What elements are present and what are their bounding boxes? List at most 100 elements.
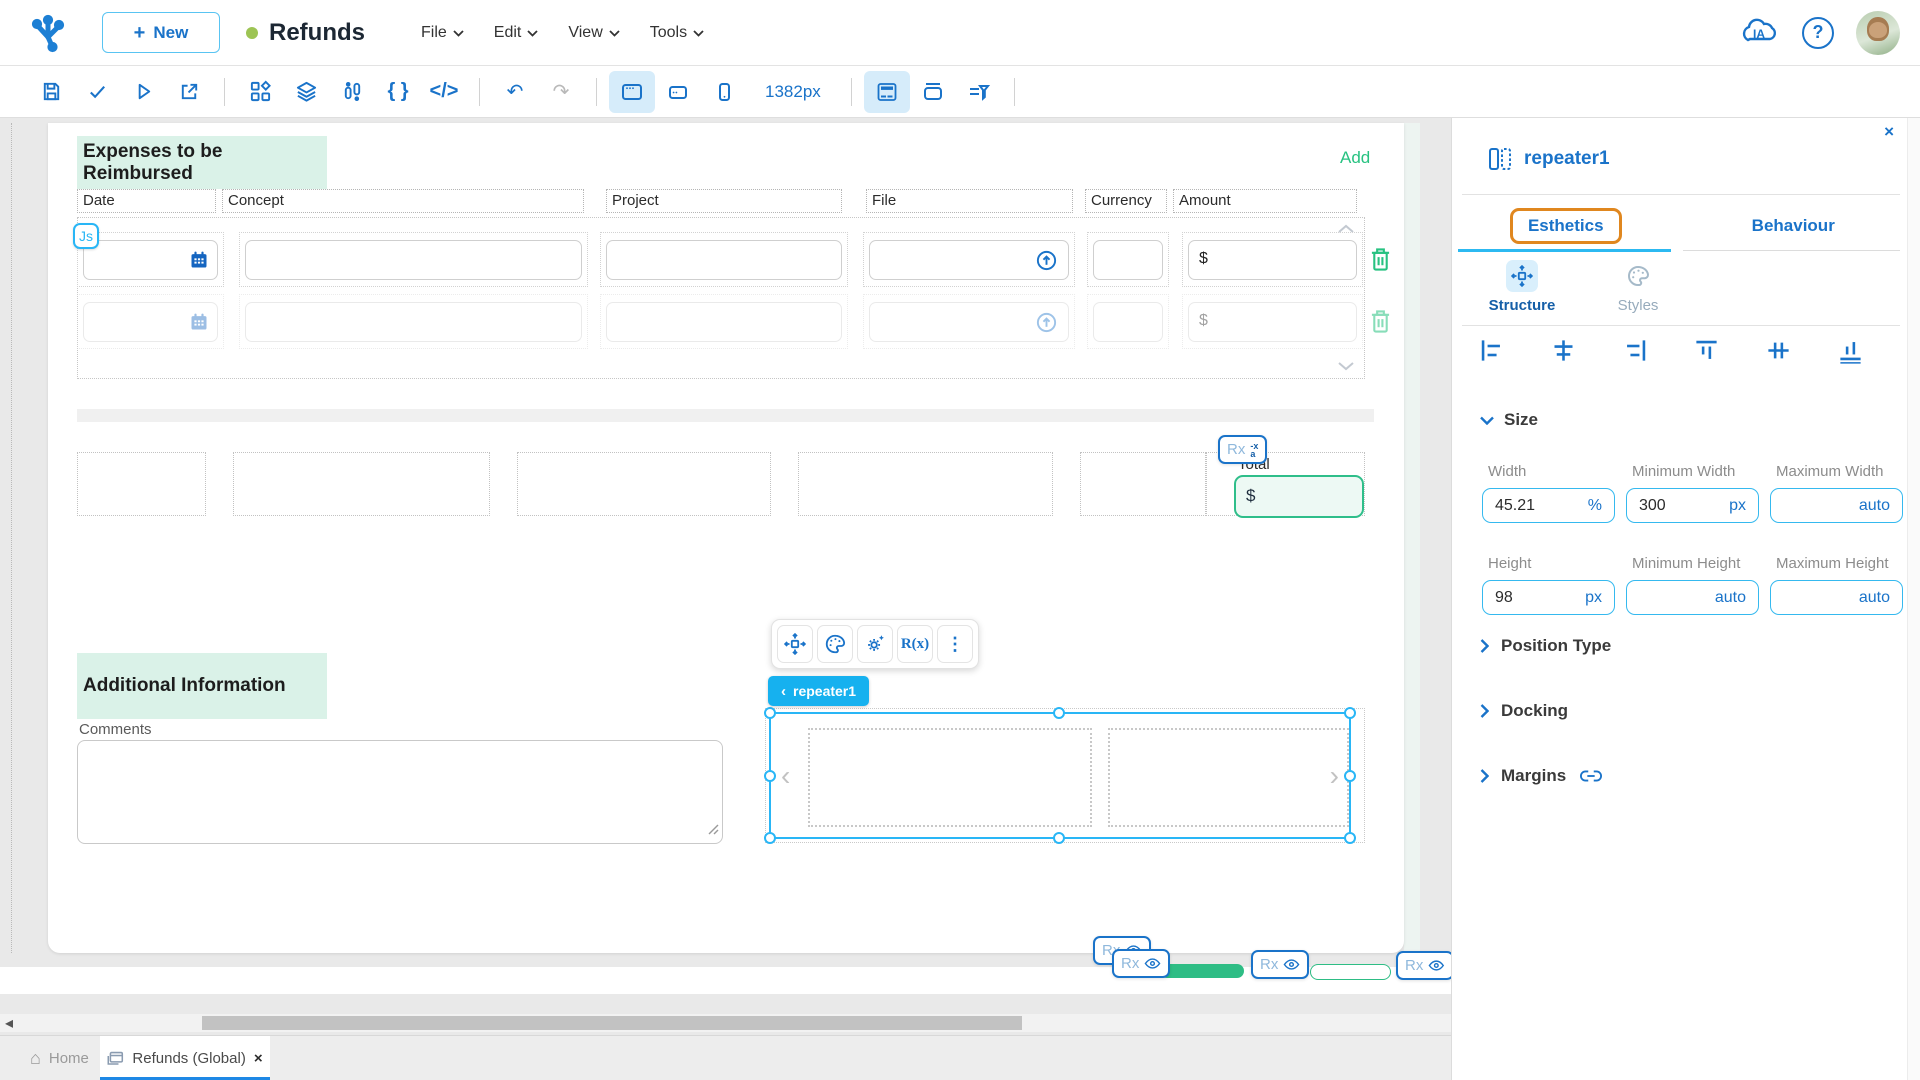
width-unit[interactable]: %: [1588, 497, 1602, 515]
run-button[interactable]: [120, 71, 166, 113]
project-input-row2[interactable]: [606, 302, 842, 342]
concept-input-row1[interactable]: [245, 240, 582, 280]
rx-visibility-badge[interactable]: Rx: [1251, 950, 1310, 979]
delete-row-button[interactable]: [1370, 247, 1391, 277]
file-input-row1[interactable]: [869, 240, 1069, 280]
save-button[interactable]: [28, 71, 74, 113]
comments-textarea[interactable]: [77, 740, 723, 844]
view-styles[interactable]: Styles: [1588, 260, 1688, 314]
undo-button[interactable]: ↶: [492, 71, 538, 113]
redo-button[interactable]: ↷: [538, 71, 584, 113]
link-icon[interactable]: [1580, 769, 1603, 783]
resize-handle-w[interactable]: [764, 770, 776, 782]
date-input-row1[interactable]: [83, 240, 218, 280]
rx-rename-badge[interactable]: Rx -x a: [1218, 435, 1268, 464]
align-top-icon[interactable]: [1693, 337, 1720, 364]
ia-assistant-icon[interactable]: IA: [1738, 15, 1780, 51]
scrollbar-thumb[interactable]: [202, 1016, 1022, 1030]
rx-visibility-badge[interactable]: Rx: [1112, 949, 1171, 978]
project-input-row1[interactable]: [606, 240, 842, 280]
more-options-button[interactable]: ⋮: [937, 625, 973, 663]
menu-view[interactable]: View: [568, 24, 620, 42]
form-canvas[interactable]: Expenses to be Reimbursed Add Date Conce…: [48, 123, 1404, 953]
tab-refunds-global[interactable]: Refunds (Global) ×: [100, 1036, 270, 1080]
docking-section[interactable]: Docking: [1480, 701, 1568, 721]
resize-handle[interactable]: [708, 822, 719, 840]
concept-input-row2[interactable]: [245, 302, 582, 342]
help-icon[interactable]: ?: [1802, 16, 1834, 49]
js-event-badge[interactable]: Js: [73, 223, 99, 249]
export-button[interactable]: [166, 71, 212, 113]
scroll-right-caret[interactable]: ›: [1330, 760, 1339, 792]
variables-button[interactable]: { }: [375, 71, 421, 113]
new-button[interactable]: + New: [102, 12, 220, 53]
date-input-row2[interactable]: [83, 302, 218, 342]
align-center-vertical-icon[interactable]: [1765, 337, 1792, 364]
add-row-link[interactable]: Add: [1340, 148, 1370, 168]
view-structure[interactable]: Structure: [1472, 260, 1572, 314]
filter-layout-button[interactable]: [956, 71, 1002, 113]
height-input[interactable]: 98 px: [1482, 580, 1615, 615]
expand-rows-icon[interactable]: [1338, 358, 1354, 376]
resize-handle-e[interactable]: [1344, 770, 1356, 782]
size-section-header[interactable]: Size: [1480, 410, 1538, 430]
tab-home[interactable]: ⌂ Home: [16, 1036, 103, 1080]
file-input-row2[interactable]: [869, 302, 1069, 342]
min-height-input[interactable]: auto: [1626, 580, 1759, 615]
tab-behaviour[interactable]: Behaviour: [1680, 202, 1908, 250]
repeater-item-placeholder[interactable]: [1108, 728, 1349, 827]
min-width-unit[interactable]: px: [1729, 497, 1746, 515]
amount-input-row1[interactable]: $: [1188, 240, 1357, 280]
panel-scrollbar[interactable]: [1907, 118, 1920, 1080]
max-height-input[interactable]: auto: [1770, 580, 1903, 615]
max-width-input[interactable]: auto: [1770, 488, 1903, 523]
max-width-unit[interactable]: auto: [1859, 497, 1890, 515]
position-type-section[interactable]: Position Type: [1480, 636, 1611, 656]
phone-viewport-button[interactable]: [701, 71, 747, 113]
user-avatar[interactable]: [1856, 10, 1900, 55]
styles-tool-button[interactable]: [817, 625, 853, 663]
panel-close-icon[interactable]: ×: [1884, 122, 1894, 142]
formula-tool-button[interactable]: R(x): [897, 625, 933, 663]
components-button[interactable]: [237, 71, 283, 113]
calendar-icon[interactable]: [189, 250, 209, 275]
repeater-selection[interactable]: ‹ ›: [764, 707, 1356, 844]
margins-section[interactable]: Margins: [1480, 766, 1603, 786]
layout-header-footer-button[interactable]: [863, 70, 910, 113]
resize-handle-se[interactable]: [1344, 832, 1356, 844]
tab-esthetics[interactable]: Esthetics: [1452, 202, 1680, 250]
resize-handle-n[interactable]: [1053, 707, 1065, 719]
app-logo[interactable]: [24, 11, 72, 55]
repeater-breadcrumb-chip[interactable]: ‹ repeater1: [768, 676, 870, 706]
currency-input-row1[interactable]: [1093, 240, 1163, 280]
tab-close-icon[interactable]: ×: [254, 1050, 263, 1067]
resize-handle-nw[interactable]: [764, 707, 776, 719]
scrollbar-left-arrow[interactable]: ◂: [0, 1014, 18, 1032]
container-button[interactable]: [910, 71, 956, 113]
align-right-icon[interactable]: [1622, 337, 1649, 364]
align-bottom-icon[interactable]: [1837, 337, 1864, 364]
height-unit[interactable]: px: [1585, 589, 1602, 607]
resize-handle-ne[interactable]: [1344, 707, 1356, 719]
menu-file[interactable]: File: [421, 24, 464, 42]
align-center-horizontal-icon[interactable]: [1550, 337, 1577, 364]
delete-row-button[interactable]: [1370, 309, 1391, 339]
structure-tool-button[interactable]: [777, 625, 813, 663]
max-height-unit[interactable]: auto: [1859, 589, 1890, 607]
resize-handle-s[interactable]: [1053, 832, 1065, 844]
resize-handle-sw[interactable]: [764, 832, 776, 844]
settings-tool-button[interactable]: [857, 625, 893, 663]
total-input[interactable]: $: [1234, 475, 1364, 518]
amount-input-row2[interactable]: $: [1188, 302, 1357, 342]
layers-button[interactable]: [283, 71, 329, 113]
align-left-icon[interactable]: [1478, 337, 1505, 364]
source-code-button[interactable]: </>: [421, 71, 467, 113]
min-width-input[interactable]: 300 px: [1626, 488, 1759, 523]
desktop-viewport-button[interactable]: [609, 70, 655, 113]
upload-icon[interactable]: [1035, 249, 1058, 277]
repeater-item-placeholder[interactable]: [808, 728, 1092, 827]
menu-tools[interactable]: Tools: [650, 24, 704, 42]
width-input[interactable]: 45.21 %: [1482, 488, 1615, 523]
menu-edit[interactable]: Edit: [494, 24, 539, 42]
currency-input-row2[interactable]: [1093, 302, 1163, 342]
